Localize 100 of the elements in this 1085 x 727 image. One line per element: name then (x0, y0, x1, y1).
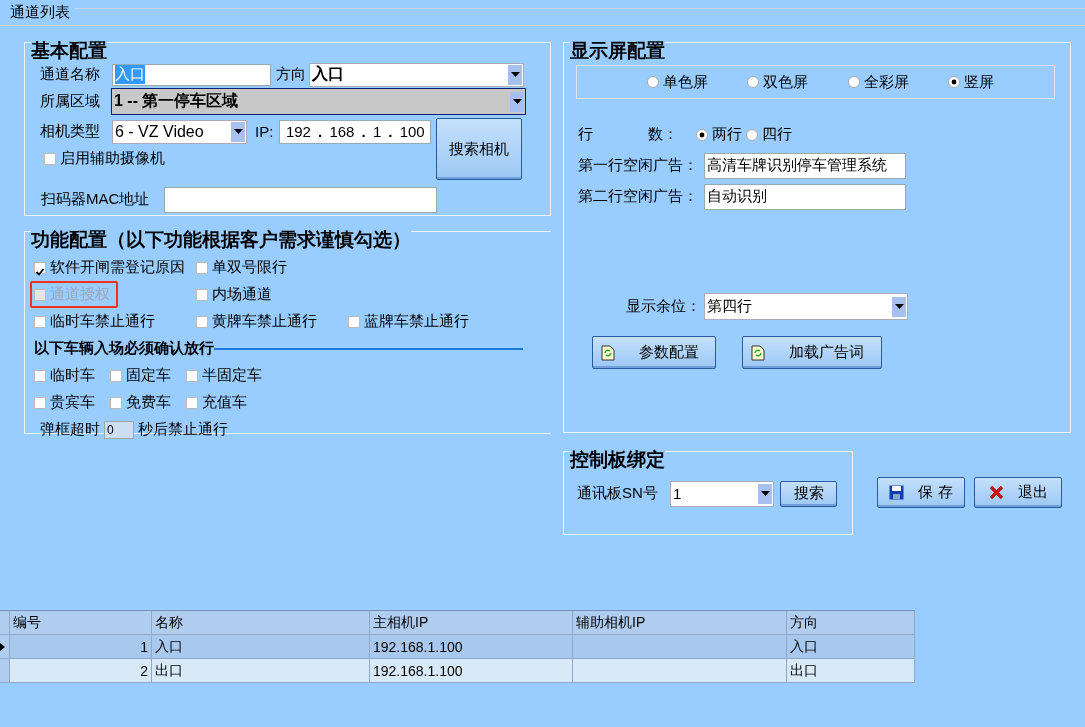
checkbox[interactable]: 蓝牌车禁止通行 (344, 308, 477, 335)
table-cell: 出口 (787, 659, 915, 682)
exit-button[interactable]: 退出 (974, 477, 1062, 508)
input-field[interactable]: 0 (104, 420, 134, 439)
checkbox-icon (110, 396, 122, 409)
checkbox[interactable]: 临时车 (34, 366, 95, 385)
section-title: 通道列表 (9, 3, 71, 22)
table-cell: 192.168.1.100 (370, 635, 573, 658)
field-label: 扫码器MAC地址 (40, 190, 151, 209)
column-header[interactable]: 名称 (152, 611, 370, 634)
row-pointer-icon (0, 642, 5, 651)
checkbox[interactable]: 内场通道 (192, 281, 280, 308)
checkbox-icon (186, 396, 198, 409)
checkbox[interactable]: 免费车 (110, 393, 171, 412)
refresh-document-icon (751, 344, 765, 361)
radio-button[interactable]: 两行 (696, 125, 742, 144)
field-label: 数： (648, 125, 679, 144)
ip-separator: . (318, 123, 323, 140)
caret-icon (760, 491, 770, 496)
field-label: 通讯板SN号 (577, 484, 659, 503)
ip-octet: 100 (399, 123, 425, 140)
ip-separator: . (361, 123, 366, 140)
radio-icon (696, 128, 708, 141)
save-button[interactable]: 保 存 (877, 477, 965, 508)
section-heading: 以下车辆入场必须确认放行 (34, 339, 214, 358)
checkbox-icon (34, 315, 46, 328)
column-header[interactable]: 辅助相机IP (573, 611, 787, 634)
checkbox[interactable]: 贵宾车 (34, 393, 95, 412)
table-cell: 1 (10, 635, 152, 658)
toolbar-button[interactable]: 参数配置 (592, 336, 716, 369)
checkbox[interactable]: 充值车 (186, 393, 247, 412)
radio-button[interactable]: 单色屏 (646, 72, 708, 92)
search-camera-button[interactable]: 搜索相机 (436, 118, 523, 180)
column-header[interactable]: 编号 (10, 611, 152, 634)
field-label: 第一行空闲广告： (578, 156, 699, 175)
checkbox[interactable]: 黄牌车禁止通行 (192, 308, 325, 335)
radio-icon (747, 76, 760, 88)
ip-separator: . (388, 123, 393, 140)
field-label: 秒后禁止通行 (138, 420, 228, 439)
checkbox-icon (34, 369, 46, 382)
row-header[interactable] (0, 635, 10, 658)
dropdown[interactable]: 1 -- 第一停车区域 (111, 88, 526, 115)
group-title: 显示屏配置 (570, 39, 665, 63)
checkbox-icon (34, 261, 46, 274)
cross-icon (988, 485, 1004, 500)
dropdown[interactable]: 1 (670, 480, 774, 507)
dropdown[interactable]: 6 - VZ Video (112, 119, 247, 144)
radio-icon (948, 76, 961, 88)
group-title: 控制板绑定 (570, 448, 665, 472)
table-cell: 入口 (787, 635, 915, 658)
checkbox-icon (34, 396, 46, 409)
table-row[interactable]: 1 入口 192.168.1.100 入口 (0, 635, 915, 659)
field-label: 显示余位： (626, 297, 702, 316)
field-label: 第二行空闲广告： (578, 187, 699, 206)
radio-button[interactable]: 四行 (746, 125, 792, 144)
caret-icon (894, 304, 904, 309)
column-header[interactable]: 主相机IP (370, 611, 573, 634)
input-field[interactable]: 自动识别 (704, 183, 906, 210)
checkbox[interactable]: 启用辅助摄像机 (44, 149, 165, 168)
ip-address-field[interactable]: 192 . 168 . 1 . 100 (279, 119, 432, 144)
checkbox[interactable]: 软件开闸需登记原因 (30, 254, 193, 281)
checkbox-icon (348, 315, 360, 328)
refresh-document-icon (601, 344, 615, 361)
radio-button[interactable]: 竖屏 (948, 72, 995, 92)
search-button[interactable]: 搜索 (780, 480, 837, 507)
checkbox-icon (196, 288, 208, 301)
radio-button[interactable]: 双色屏 (747, 72, 809, 92)
group-title: 功能配置（以下功能根据客户需求谨慎勾选） (31, 228, 411, 252)
checkbox-icon (196, 315, 208, 328)
caret-icon (510, 72, 520, 77)
checkbox[interactable]: 临时车禁止通行 (30, 308, 163, 335)
checkbox-icon (186, 369, 198, 382)
checkbox[interactable]: 单双号限行 (192, 254, 295, 281)
field-label: 弹框超时 (40, 420, 100, 439)
radio-button[interactable]: 全彩屏 (847, 72, 909, 92)
table-row[interactable]: 2 出口 192.168.1.100 出口 (0, 659, 915, 683)
checkbox-icon (110, 369, 122, 382)
dropdown[interactable]: 第四行 (704, 293, 908, 320)
table-cell: 2 (10, 659, 152, 682)
table-cell: 出口 (152, 659, 370, 682)
input-field[interactable] (164, 186, 437, 213)
checkbox-icon (44, 152, 56, 165)
checkbox[interactable]: 固定车 (110, 366, 171, 385)
toolbar-button[interactable]: 加载广告词 (742, 336, 882, 369)
input-field[interactable]: 高清车牌识别停车管理系统 (704, 152, 906, 179)
radio-icon (746, 128, 758, 141)
field-label: 通道名称 (40, 65, 101, 84)
dropdown[interactable]: 入口 (309, 62, 524, 87)
radio-icon (646, 76, 659, 88)
field-label: 所属区域 (40, 92, 101, 111)
ip-octet: 1 (372, 123, 382, 140)
group-title: 基本配置 (31, 39, 107, 63)
column-header[interactable]: 方向 (787, 611, 915, 634)
table-cell: 入口 (152, 635, 370, 658)
checkbox[interactable]: 半固定车 (186, 366, 262, 385)
radio-icon (847, 76, 860, 88)
caret-icon (233, 129, 243, 134)
checkbox-icon (196, 261, 208, 274)
table-cell: 192.168.1.100 (370, 659, 573, 682)
field-label: 相机类型 (40, 122, 101, 141)
